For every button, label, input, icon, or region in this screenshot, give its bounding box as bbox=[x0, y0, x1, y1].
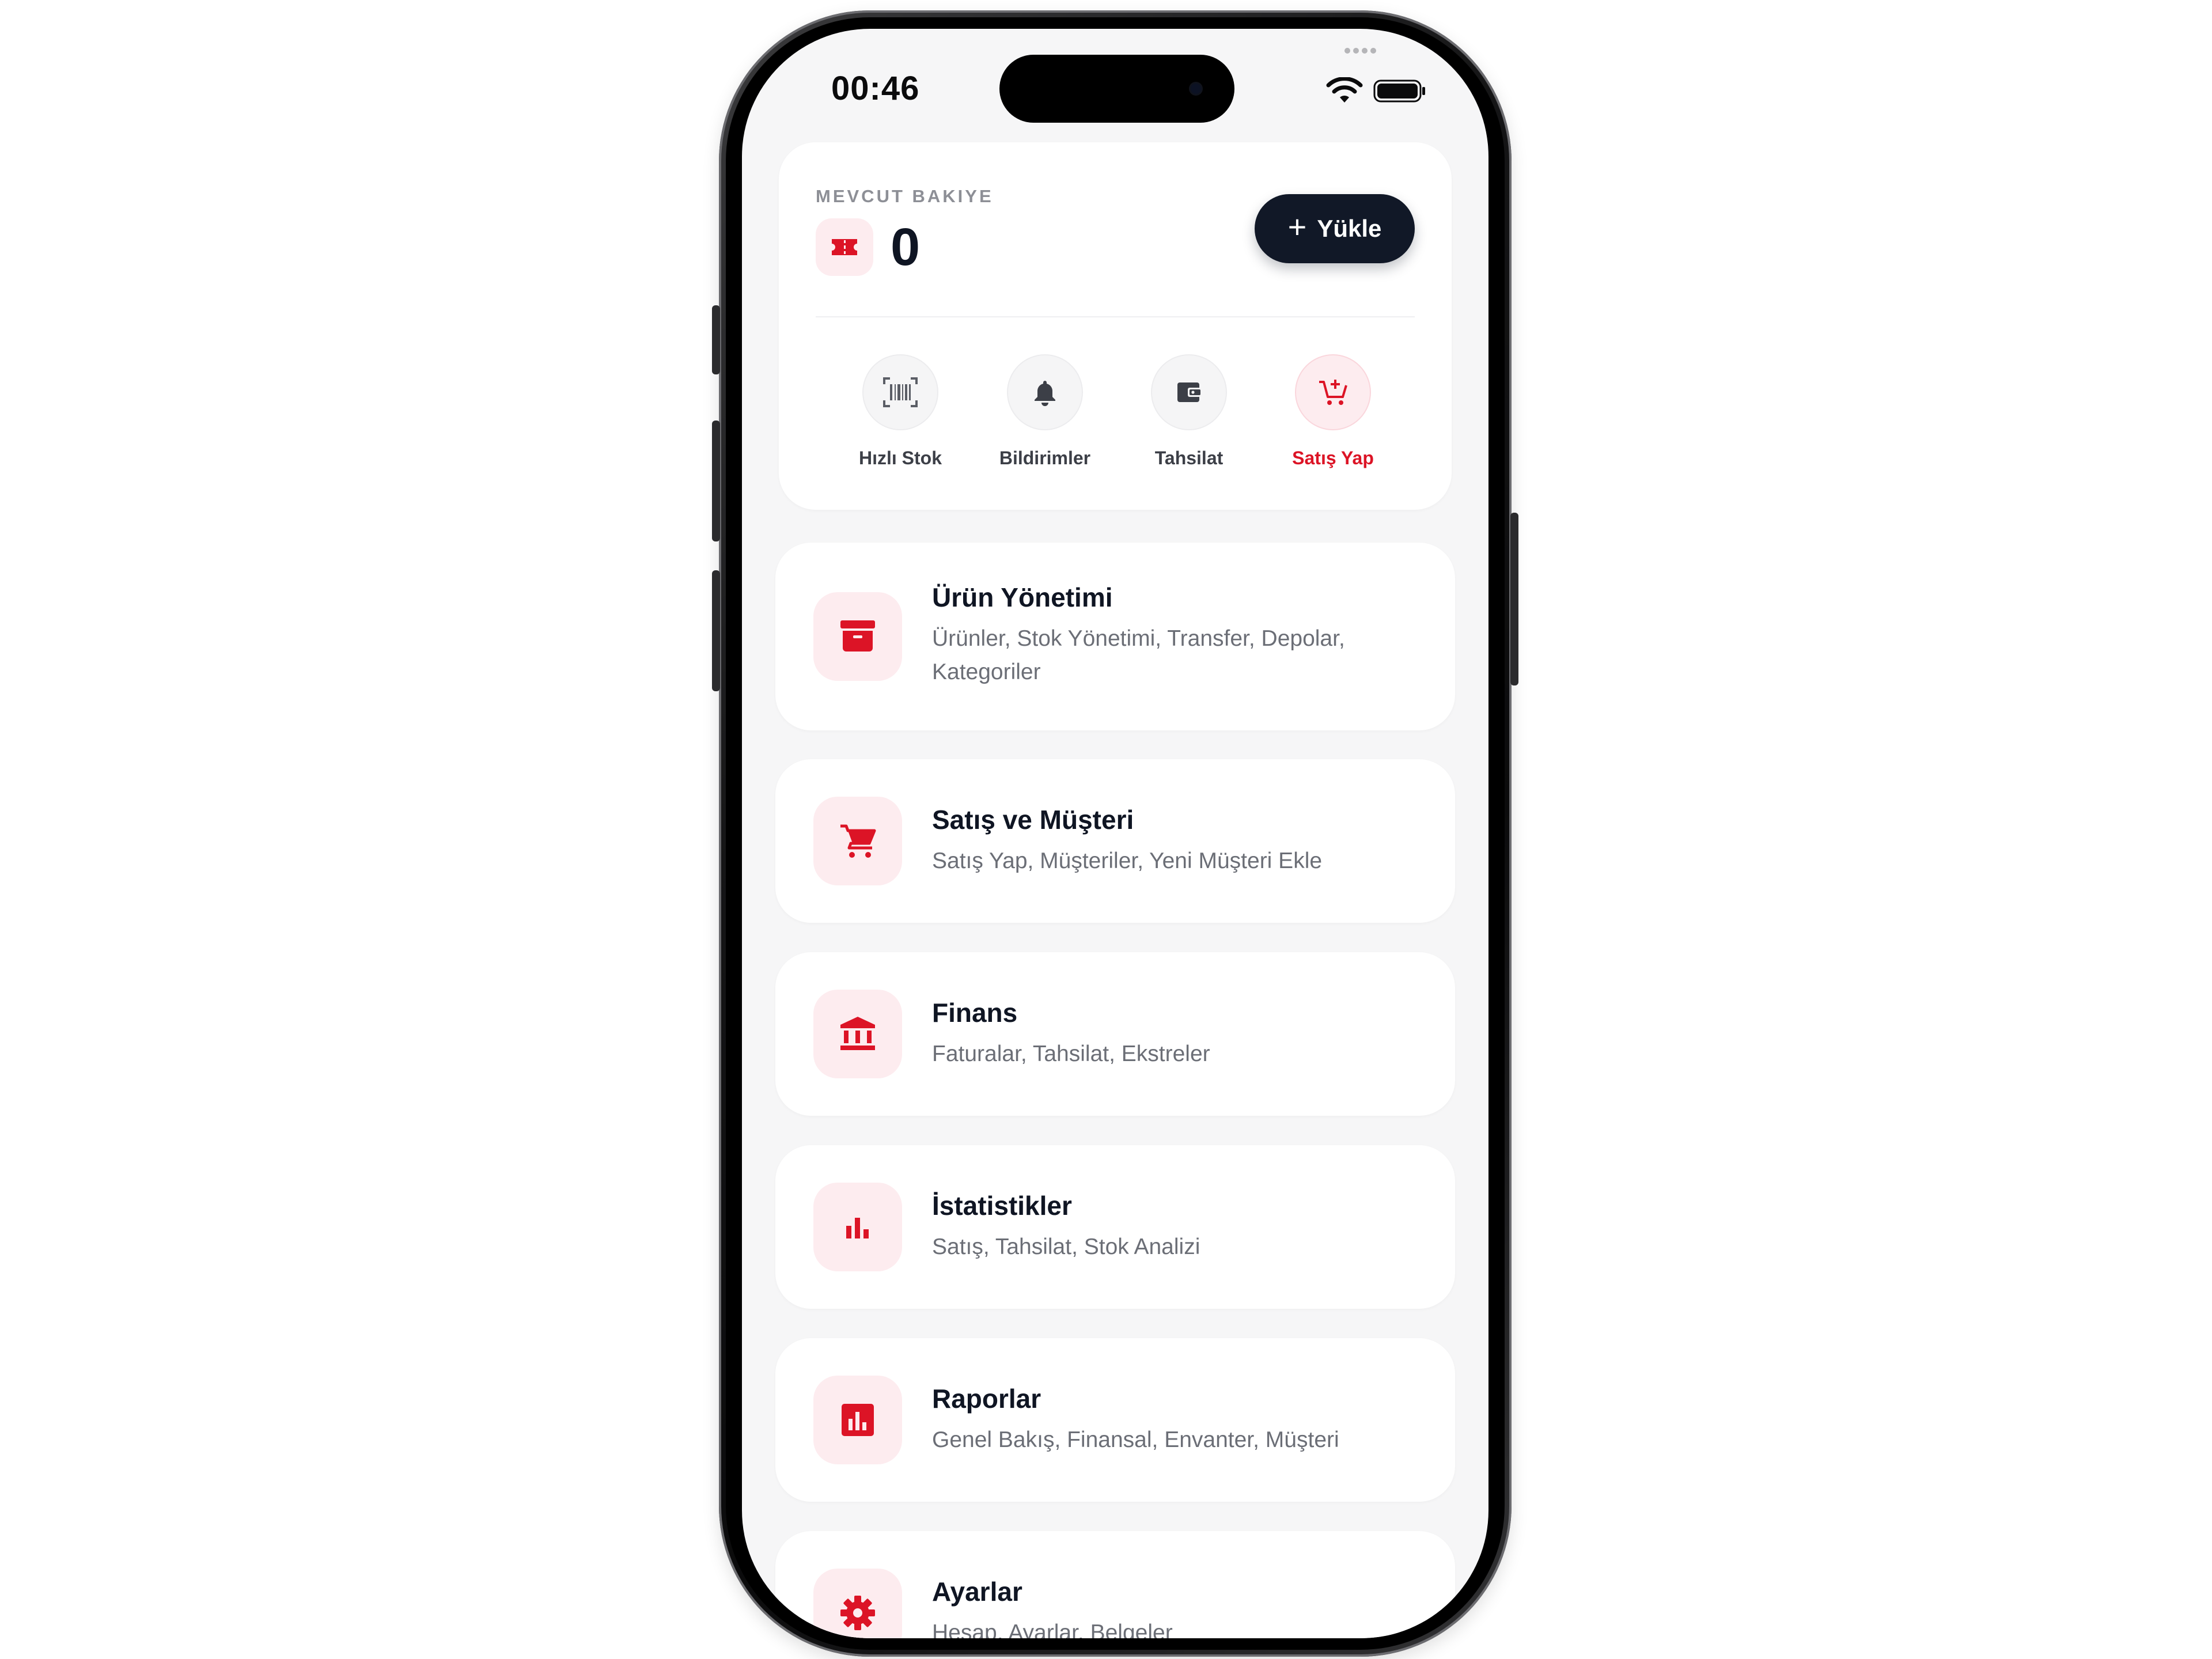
quick-action-label: Hızlı Stok bbox=[858, 448, 942, 468]
power-button bbox=[1510, 513, 1518, 685]
quick-action-label: Tahsilat bbox=[1154, 448, 1224, 468]
menu-card-sales-customers[interactable]: Satış ve Müşteri Satış Yap, Müşteriler, … bbox=[775, 759, 1455, 923]
report-icon bbox=[813, 1376, 902, 1464]
quick-action-make-sale[interactable]: Satış Yap bbox=[1270, 354, 1396, 469]
dynamic-island bbox=[999, 55, 1234, 123]
menu-subtitle: Satış, Tahsilat, Stok Analizi bbox=[932, 1234, 1200, 1259]
menu-subtitle: Ürünler, Stok Yönetimi, Transfer, Depola… bbox=[932, 626, 1345, 684]
menu-title: Satış ve Müşteri bbox=[932, 805, 1134, 835]
cart-icon bbox=[813, 797, 902, 885]
menu-subtitle: Hesap, Ayarlar, Belgeler bbox=[932, 1620, 1173, 1638]
balance-amount: 0 bbox=[891, 218, 921, 276]
quick-action-fast-stock[interactable]: Hızlı Stok bbox=[837, 354, 964, 469]
barcode-scan-icon bbox=[862, 354, 938, 430]
menu-card-product-management[interactable]: Ürün Yönetimi Ürünler, Stok Yönetimi, Tr… bbox=[775, 543, 1455, 730]
menu-subtitle: Satış Yap, Müşteriler, Yeni Müşteri Ekle bbox=[932, 849, 1323, 873]
archive-box-icon bbox=[813, 592, 902, 681]
action-button bbox=[712, 305, 720, 374]
balance-card: MEVCUT BAKIYE 0 + Yükle Hızlı Stok Bildi… bbox=[779, 142, 1452, 510]
wallet-icon bbox=[1151, 354, 1227, 430]
cellular-signal-icon bbox=[1344, 46, 1379, 54]
quick-action-label: Bildirimler bbox=[999, 448, 1091, 468]
menu-title: Ürün Yönetimi bbox=[932, 582, 1113, 612]
menu-title: İstatistikler bbox=[932, 1191, 1072, 1221]
quick-action-collection[interactable]: Tahsilat bbox=[1126, 354, 1252, 469]
menu-card-statistics[interactable]: İstatistikler Satış, Tahsilat, Stok Anal… bbox=[775, 1145, 1455, 1309]
bell-icon bbox=[1007, 354, 1083, 430]
cart-add-icon bbox=[1295, 354, 1371, 430]
plus-icon: + bbox=[1287, 209, 1307, 245]
menu-card-settings[interactable]: Ayarlar Hesap, Ayarlar, Belgeler bbox=[775, 1531, 1455, 1638]
ticket-icon bbox=[816, 218, 873, 276]
card-divider bbox=[816, 316, 1415, 317]
front-camera bbox=[1191, 84, 1201, 94]
gear-icon bbox=[813, 1569, 902, 1638]
load-button-label: Yükle bbox=[1317, 215, 1382, 242]
load-balance-button[interactable]: + Yükle bbox=[1255, 194, 1415, 263]
balance-label: MEVCUT BAKIYE bbox=[816, 186, 994, 206]
app-screen: 00:46 MEVCUT BAKIYE 0 + Yükle Hızlı Stok… bbox=[742, 29, 1488, 1638]
volume-down-button bbox=[712, 570, 720, 691]
menu-card-finance[interactable]: Finans Faturalar, Tahsilat, Ekstreler bbox=[775, 952, 1455, 1116]
menu-subtitle: Genel Bakış, Finansal, Envanter, Müşteri bbox=[932, 1427, 1339, 1452]
menu-title: Ayarlar bbox=[932, 1577, 1022, 1607]
wifi-icon bbox=[1326, 77, 1363, 103]
bank-icon bbox=[813, 990, 902, 1078]
volume-up-button bbox=[712, 421, 720, 541]
quick-action-notifications[interactable]: Bildirimler bbox=[982, 354, 1108, 469]
menu-subtitle: Faturalar, Tahsilat, Ekstreler bbox=[932, 1041, 1210, 1066]
quick-action-label: Satış Yap bbox=[1292, 448, 1374, 468]
menu-title: Raporlar bbox=[932, 1384, 1041, 1414]
status-time: 00:46 bbox=[831, 70, 920, 107]
bar-chart-icon bbox=[813, 1183, 902, 1271]
battery-icon bbox=[1373, 79, 1425, 103]
menu-card-reports[interactable]: Raporlar Genel Bakış, Finansal, Envanter… bbox=[775, 1338, 1455, 1502]
menu-title: Finans bbox=[932, 998, 1018, 1028]
